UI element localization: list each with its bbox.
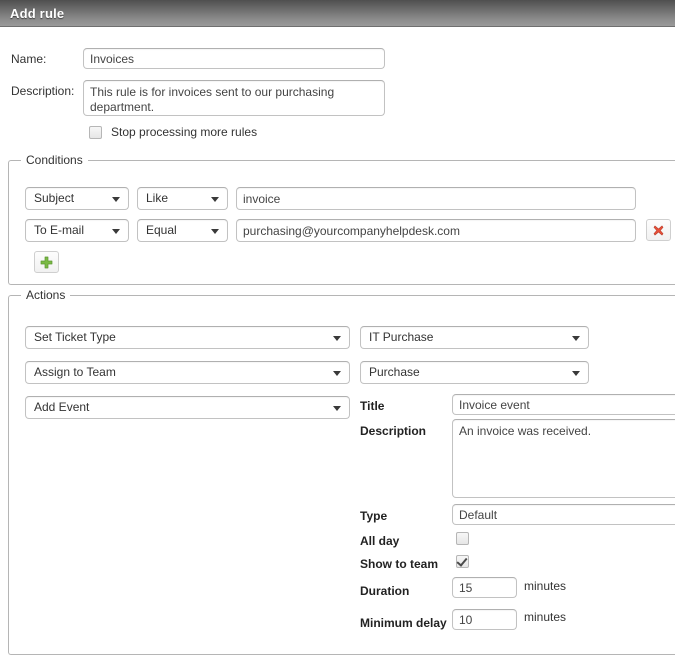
event-all-day-label: All day [360, 534, 399, 548]
conditions-legend: Conditions [21, 153, 88, 167]
action-value-1: Assign to Team [34, 365, 116, 379]
stop-processing-label: Stop processing more rules [111, 125, 257, 139]
condition-value-input-0[interactable] [236, 187, 636, 210]
action-select-1[interactable]: Assign to Team [25, 361, 350, 384]
action-target-select-0[interactable]: IT Purchase [360, 326, 589, 349]
action-target-value-0: IT Purchase [369, 330, 433, 344]
action-select-2[interactable]: Add Event [25, 396, 350, 419]
condition-operator-select-0[interactable]: Like [137, 187, 228, 210]
condition-operator-select-1[interactable]: Equal [137, 219, 228, 242]
event-minimum-delay-unit: minutes [524, 610, 566, 624]
chevron-down-icon [333, 336, 341, 341]
event-minimum-delay-label: Minimum delay [360, 616, 447, 630]
description-label: Description: [11, 84, 74, 98]
condition-add-button[interactable] [34, 251, 59, 273]
action-value-0: Set Ticket Type [34, 330, 116, 344]
event-description-textarea[interactable]: An invoice was received. [452, 419, 675, 498]
event-description-label: Description [360, 424, 426, 438]
chevron-down-icon [333, 406, 341, 411]
chevron-down-icon [333, 371, 341, 376]
condition-delete-button-1[interactable] [646, 219, 671, 241]
stop-processing-checkbox-box[interactable] [89, 126, 102, 139]
name-label: Name: [11, 52, 46, 66]
event-minimum-delay-input[interactable] [452, 609, 517, 630]
name-input[interactable] [83, 48, 385, 69]
action-target-select-1[interactable]: Purchase [360, 361, 589, 384]
condition-value-input-1[interactable] [236, 219, 636, 242]
event-duration-unit: minutes [524, 579, 566, 593]
event-all-day-checkbox-box[interactable] [456, 532, 469, 545]
event-type-input[interactable] [452, 504, 675, 525]
action-value-2: Add Event [34, 400, 89, 414]
condition-field-select-0[interactable]: Subject [25, 187, 129, 210]
action-target-value-1: Purchase [369, 365, 420, 379]
event-title-input[interactable] [452, 394, 675, 415]
event-duration-input[interactable] [452, 577, 517, 598]
event-show-to-team-checkbox[interactable] [456, 555, 469, 571]
window-title: Add rule [0, 6, 64, 21]
event-type-label: Type [360, 509, 387, 523]
action-select-0[interactable]: Set Ticket Type [25, 326, 350, 349]
condition-operator-value-1: Equal [146, 223, 177, 237]
actions-legend: Actions [21, 288, 70, 302]
chevron-down-icon [112, 229, 120, 234]
delete-x-icon [652, 224, 665, 237]
event-duration-label: Duration [360, 584, 409, 598]
stop-processing-checkbox[interactable] [89, 126, 102, 142]
description-textarea[interactable]: This rule is for invoices sent to our pu… [83, 80, 385, 116]
conditions-fieldset: Conditions Subject Like To E-mail Equal [8, 160, 675, 285]
plus-icon [40, 256, 53, 269]
chevron-down-icon [112, 197, 120, 202]
chevron-down-icon [211, 229, 219, 234]
condition-field-select-1[interactable]: To E-mail [25, 219, 129, 242]
event-show-to-team-label: Show to team [360, 557, 438, 571]
event-title-label: Title [360, 399, 384, 413]
event-show-to-team-checkbox-box[interactable] [456, 555, 469, 568]
chevron-down-icon [572, 371, 580, 376]
window-titlebar: Add rule [0, 0, 675, 27]
event-all-day-checkbox[interactable] [456, 532, 469, 548]
actions-fieldset: Actions Set Ticket Type Assign to Team A… [8, 295, 675, 655]
condition-field-value-1: To E-mail [34, 223, 84, 237]
condition-field-value-0: Subject [34, 191, 74, 205]
chevron-down-icon [211, 197, 219, 202]
condition-operator-value-0: Like [146, 191, 168, 205]
chevron-down-icon [572, 336, 580, 341]
